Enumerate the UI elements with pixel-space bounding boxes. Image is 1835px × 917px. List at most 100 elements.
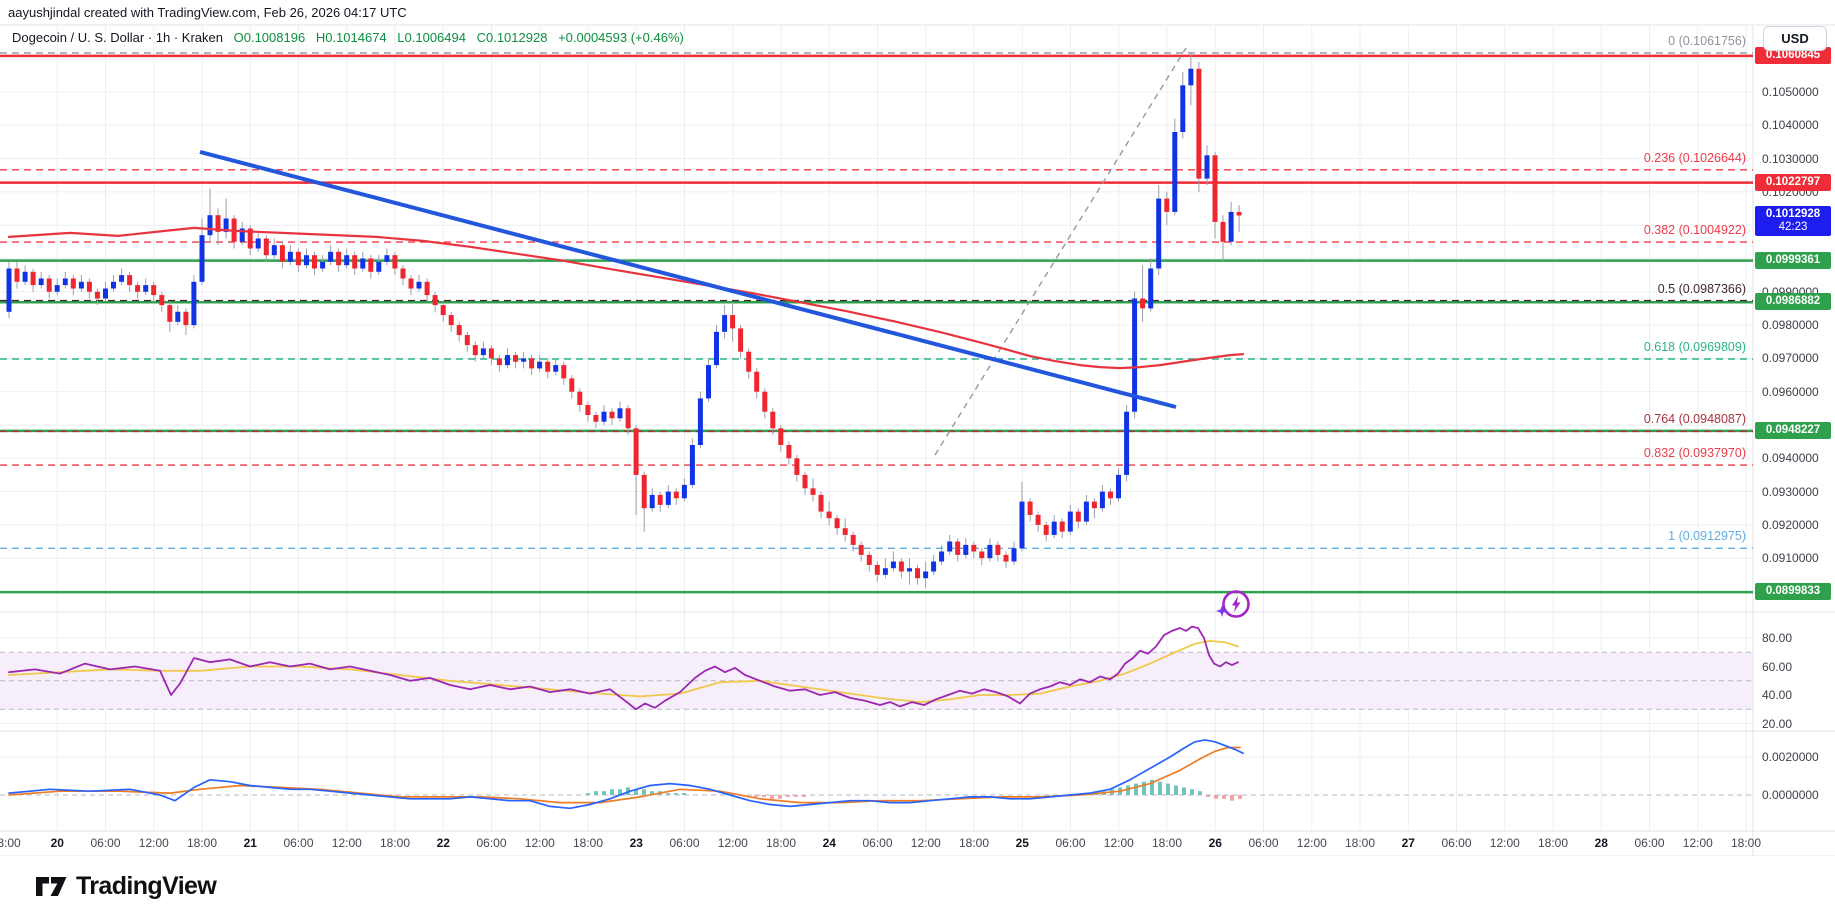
candle-body-down <box>762 392 767 412</box>
candle-body-up <box>1084 502 1089 522</box>
candle-body-up <box>939 552 944 562</box>
candle-body-down <box>971 545 976 552</box>
chart-plot[interactable] <box>0 0 1835 917</box>
candle-body-down <box>843 528 848 535</box>
tradingview-logo-icon <box>36 873 67 900</box>
lightning-icon[interactable] <box>1216 592 1249 618</box>
candle-body-down <box>529 358 534 368</box>
fib-level-label: 0.832 (0.0937970) <box>1644 446 1746 460</box>
candle-body-up <box>1188 69 1193 86</box>
candle-body-down <box>473 345 478 355</box>
candle-body-down <box>1004 555 1009 562</box>
brand-text: TradingView <box>76 872 216 901</box>
candle-body-up <box>923 572 928 579</box>
time-axis-label: 12:00 <box>325 836 369 850</box>
time-axis-label: 18:00 <box>1145 836 1189 850</box>
candle-body-down <box>875 565 880 575</box>
time-axis-label: 8:00 <box>0 836 31 850</box>
candle-body-up <box>1020 502 1025 549</box>
fib-level-label: 0.5 (0.0987366) <box>1658 282 1746 296</box>
candle-body-up <box>63 279 68 286</box>
tradingview-brand[interactable]: TradingView <box>36 872 216 901</box>
candle-body-down <box>1036 515 1041 525</box>
legend-change: +0.0004593 (+0.46%) <box>558 30 684 45</box>
candle-body-up <box>256 239 261 249</box>
time-axis-label: 12:00 <box>904 836 948 850</box>
candle-body-down <box>95 292 100 299</box>
currency-toggle-button[interactable]: USD <box>1763 26 1827 51</box>
candle-body-up <box>963 545 968 555</box>
rsi-tick-label: 40.00 <box>1762 688 1792 702</box>
price-level-tag: 0.0986882 <box>1755 293 1831 310</box>
candle-body-down <box>127 275 132 285</box>
candle-body-up <box>690 445 695 485</box>
candle-body-up <box>208 215 213 235</box>
fib-level-label: 0.618 (0.0969809) <box>1644 340 1746 354</box>
macd-histogram-bar <box>1198 791 1202 795</box>
candle-body-down <box>264 239 269 256</box>
price-tick-label: 0.0980000 <box>1762 318 1819 332</box>
candle-body-up <box>7 269 12 312</box>
candle-body-down <box>1213 155 1218 222</box>
time-axis-label: 28 <box>1579 836 1623 850</box>
candle-body-up <box>987 545 992 558</box>
candle-body-up <box>553 365 558 372</box>
price-tick-label: 0.1040000 <box>1762 118 1819 132</box>
candle-body-up <box>143 285 148 292</box>
candle-body-down <box>658 495 663 505</box>
time-axis-label: 12:00 <box>1097 836 1141 850</box>
macd-histogram-bar <box>1182 787 1186 795</box>
candle-body-down <box>433 295 438 305</box>
candle-body-up <box>931 562 936 572</box>
candle-body-down <box>1237 212 1242 216</box>
time-axis-label: 06:00 <box>663 836 707 850</box>
candle-body-down <box>392 255 397 268</box>
rsi-tick-label: 60.00 <box>1762 660 1792 674</box>
candle-body-down <box>819 495 824 512</box>
time-axis-label: 26 <box>1193 836 1237 850</box>
macd-histogram-bar <box>1134 784 1138 795</box>
legend-symbol[interactable]: Dogecoin / U. S. Dollar · 1h · Kraken <box>12 30 223 45</box>
candle-body-up <box>103 289 108 299</box>
candle-body-down <box>730 315 735 328</box>
time-axis-label: 06:00 <box>84 836 128 850</box>
candle-body-down <box>465 335 470 345</box>
candle-body-down <box>585 405 590 415</box>
time-axis-label: 21 <box>228 836 272 850</box>
candle-body-down <box>87 282 92 292</box>
fib-level-label: 0 (0.1061756) <box>1668 34 1746 48</box>
candle-body-down <box>497 358 502 365</box>
candle-body-up <box>376 262 381 272</box>
legend-close: C0.1012928 <box>477 30 548 45</box>
price-level-tag: 0.0899833 <box>1755 583 1831 600</box>
candle-body-down <box>441 305 446 315</box>
candle-body-up <box>1229 212 1234 242</box>
candle-body-up <box>481 348 486 355</box>
candle-body-down <box>1060 522 1065 532</box>
candle-body-up <box>55 285 60 292</box>
candle-body-up <box>119 275 124 282</box>
macd-histogram-bar <box>1238 795 1242 799</box>
candle-body-down <box>561 365 566 378</box>
candle-body-up <box>602 412 607 422</box>
macd-histogram-bar <box>1166 784 1170 795</box>
fib-level-label: 1 (0.0912975) <box>1668 529 1746 543</box>
candle-body-down <box>577 392 582 405</box>
candle-body-up <box>682 485 687 498</box>
time-axis-label: 12:00 <box>518 836 562 850</box>
chart-legend[interactable]: Dogecoin / U. S. Dollar · 1h · Kraken O0… <box>12 30 684 45</box>
candle-body-down <box>746 352 751 372</box>
footer: TradingView <box>0 856 1835 917</box>
candle-body-down <box>811 488 816 495</box>
candle-body-down <box>31 272 36 285</box>
candle-body-up <box>288 252 293 262</box>
bar-countdown: 42:23 <box>1755 221 1831 234</box>
price-tick-label: 0.1050000 <box>1762 85 1819 99</box>
macd-histogram-bar <box>1158 782 1162 795</box>
candle-body-up <box>521 358 526 361</box>
price-level-tag: 0.1022797 <box>1755 174 1831 191</box>
candle-body-down <box>296 252 301 265</box>
macd-histogram-bar <box>642 789 646 795</box>
candle-body-down <box>674 492 679 499</box>
time-axis-label: 06:00 <box>856 836 900 850</box>
